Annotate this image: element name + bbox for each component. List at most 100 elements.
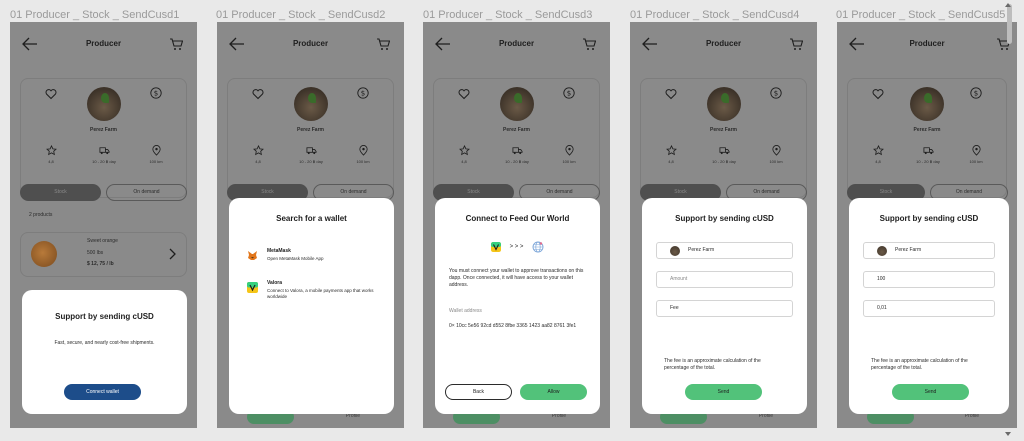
farm-name: Perez Farm [297,127,324,133]
product-image [31,241,57,267]
connect-dapp-modal: Connect to Feed Our World > > > You must… [435,198,600,414]
rating-stat: 4,8 [444,145,484,164]
star-icon [872,145,884,156]
valora-icon [491,241,502,252]
frame-title-4: 01 Producer _ Stock _ SendCusd4 [630,9,800,21]
allow-button[interactable]: Allow [520,384,587,400]
scroll-up-icon[interactable] [1005,2,1011,8]
dollar-icon[interactable]: $ [970,87,982,99]
heart-icon[interactable] [252,88,264,100]
send-button[interactable]: Send [892,384,969,400]
svg-text:$: $ [361,89,365,97]
fee-input[interactable]: 0,01 [863,300,995,317]
heart-icon[interactable] [665,88,677,100]
frame-2: Producer $ Perez Farm 4,8 10 - 20 ฿ day … [217,22,404,428]
cart-icon[interactable] [582,37,596,51]
modal-description: You must connect your wallet to approve … [449,268,584,288]
truck-icon [719,147,729,155]
recipient-avatar [670,246,680,256]
frame-title-5: 01 Producer _ Stock _ SendCusd5 [836,9,1006,21]
tab-stock[interactable]: Stock [20,184,101,201]
top-bar: Producer [217,22,404,66]
svg-text:$: $ [774,89,778,97]
cart-icon[interactable] [169,37,183,51]
dollar-icon[interactable]: $ [357,87,369,99]
top-bar: Producer [10,22,197,66]
wallet-option-valora[interactable]: Valora Connect to Valora, a mobile payme… [247,280,384,306]
back-button[interactable]: Back [445,384,512,400]
producer-card: $ Perez Farm 4,8 10 - 20 ฿ day 100 km [227,78,394,198]
heart-icon[interactable] [45,88,57,100]
fee-input[interactable]: Fee [656,300,793,317]
delivery-stat: 10 - 20 ฿ day [84,145,124,164]
wallet-search-modal: Search for a wallet MetaMask Open MetaMa… [229,198,394,414]
delivery-stat: 10 - 20 ฿ day [908,145,948,164]
product-price: $ 12, 75 / lb [87,261,114,267]
rating-stat: 4,8 [858,145,898,164]
frame-title-3: 01 Producer _ Stock _ SendCusd3 [423,9,593,21]
distance-stat: 100 km [343,145,383,164]
product-card[interactable]: Sweet orange 500 lbs $ 12, 75 / lb [20,232,187,277]
tab-on-demand[interactable]: On demand [106,184,187,201]
rating-stat: 4,8 [31,145,71,164]
amount-input[interactable]: 100 [863,271,995,288]
rating-stat: 4,8 [651,145,691,164]
globe-icon [532,241,544,253]
distance-stat: 100 km [136,145,176,164]
star-icon [252,145,264,156]
producer-card: $ Perez Farm 4,8 10 - 20 ฿ day 100 km [847,78,1007,198]
cart-icon[interactable] [789,37,803,51]
page-title: Producer [909,39,945,48]
delivery-stat: 10 - 20 ฿ day [497,145,537,164]
dollar-icon[interactable]: $ [770,87,782,99]
top-bar: Producer [423,22,610,66]
truck-icon [512,147,522,155]
frame-4: Producer $ Perez Farm 4,8 10 - 20 ฿ day … [630,22,817,428]
fee-note: The fee is an approximate calculation of… [871,358,968,371]
recipient-field: Perez Farm [863,242,995,259]
amount-input[interactable]: Amount [656,271,793,288]
products-count: 2 products [29,212,53,218]
connection-graphic: > > > [435,238,600,256]
modal-description: Fast, secure, and nearly cost-free shipm… [54,340,155,346]
distance-stat: 100 km [756,145,796,164]
location-pin-icon [564,145,574,156]
producer-avatar [293,87,328,121]
send-button[interactable]: Send [685,384,762,400]
farm-name: Perez Farm [503,127,530,133]
location-pin-icon [151,145,161,156]
modal-title: Support by sending cUSD [675,214,774,223]
delivery-stat: 10 - 20 ฿ day [291,145,331,164]
arrows: > > > [509,243,524,250]
dollar-icon[interactable]: $ [150,87,162,99]
wallet-option-metamask[interactable]: MetaMask Open MetaMask Mobile App [247,248,384,268]
heart-icon[interactable] [458,88,470,100]
product-name: Sweet orange [87,238,118,244]
location-pin-icon [358,145,368,156]
modal-title: Connect to Feed Our World [465,214,570,223]
producer-avatar [910,87,944,121]
valora-icon [247,282,258,293]
truck-icon [306,147,316,155]
wallet-address-value[interactable]: 0× 10cc 5e56 92cd d552 8fbe 3365 1423 aa… [449,323,586,330]
dollar-icon[interactable]: $ [563,87,575,99]
chevron-right-icon[interactable] [168,248,176,260]
scroll-down-icon[interactable] [1005,431,1011,437]
send-cusd-modal: Support by sending cUSD Fast, secure, an… [22,290,187,414]
rating-stat: 4,8 [238,145,278,164]
cart-icon[interactable] [376,37,390,51]
send-form-filled-modal: Support by sending cUSD Perez Farm 100 0… [849,198,1009,414]
producer-card: $ Perez Farm 4,8 10 - 20 ฿ day 100 km [640,78,807,198]
wallet-address-label: Wallet address [449,308,482,314]
vertical-scrollbar[interactable] [1007,4,1012,44]
producer-card: $ Perez Farm 4,8 10 - 20 ฿ day 100 km [433,78,600,198]
heart-icon[interactable] [872,88,884,100]
product-weight: 500 lbs [87,250,104,256]
farm-name: Perez Farm [913,127,941,133]
modal-title: Support by sending cUSD [879,214,979,223]
connect-wallet-button[interactable]: Connect wallet [64,384,141,400]
delivery-stat: 10 - 20 ฿ day [704,145,744,164]
producer-card: $ Perez Farm 4,8 10 - 20 ฿ day 100 km [20,78,187,198]
top-bar: Producer [837,22,1017,66]
fee-note: The fee is an approximate calculation of… [664,358,761,371]
